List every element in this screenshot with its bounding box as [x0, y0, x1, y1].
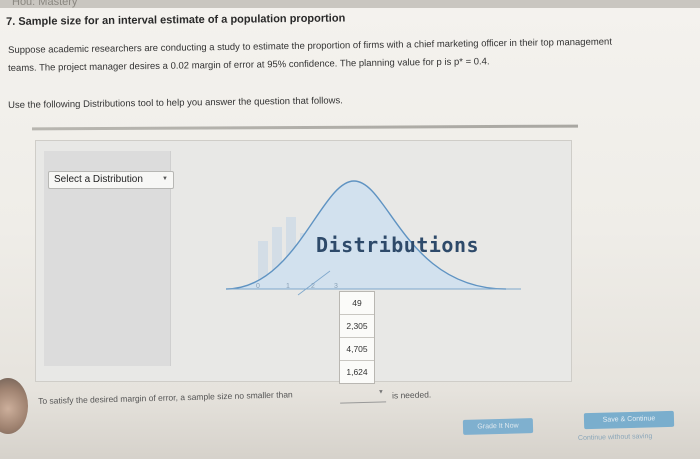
page: Hou: Mastery 7. Sample size for an inter… [0, 0, 700, 459]
top-strip: Hou: Mastery [0, 0, 700, 8]
distributions-title: Distributions [316, 233, 480, 257]
save-continue-button[interactable]: Save & Continue [583, 410, 675, 430]
grade-it-now-button[interactable]: Grade It Now [462, 418, 534, 435]
continue-without-saving-link[interactable]: Continue without saving [578, 433, 652, 442]
answer-suffix: is needed. [391, 389, 432, 401]
dropdown-option[interactable]: 1,624 [340, 361, 374, 383]
sample-size-dropdown-list[interactable]: 49 2,305 4,705 1,624 [339, 291, 375, 384]
question-title: 7. Sample size for an interval estimate … [6, 12, 346, 28]
chevron-down-icon: ▼ [377, 389, 384, 396]
dropdown-option[interactable]: 4,705 [340, 338, 374, 361]
instruction-text: Use the following Distributions tool to … [8, 95, 343, 111]
tick-label: 1 [286, 283, 290, 290]
dropdown-option[interactable]: 49 [340, 292, 374, 315]
divider [31, 124, 579, 131]
distribution-graphic [225, 180, 521, 296]
tick-label: 3 [334, 283, 338, 290]
distributions-tool: Select a Distribution ▼ Distributions 0 … [35, 140, 572, 384]
top-strip-text: Hou: Mastery [12, 0, 78, 8]
avatar [0, 378, 28, 434]
tick-label: 2 [311, 283, 315, 290]
sample-size-select[interactable]: ▼ [339, 389, 387, 404]
dropdown-option[interactable]: 2,305 [340, 315, 374, 338]
tick-label: 0 [256, 283, 260, 290]
